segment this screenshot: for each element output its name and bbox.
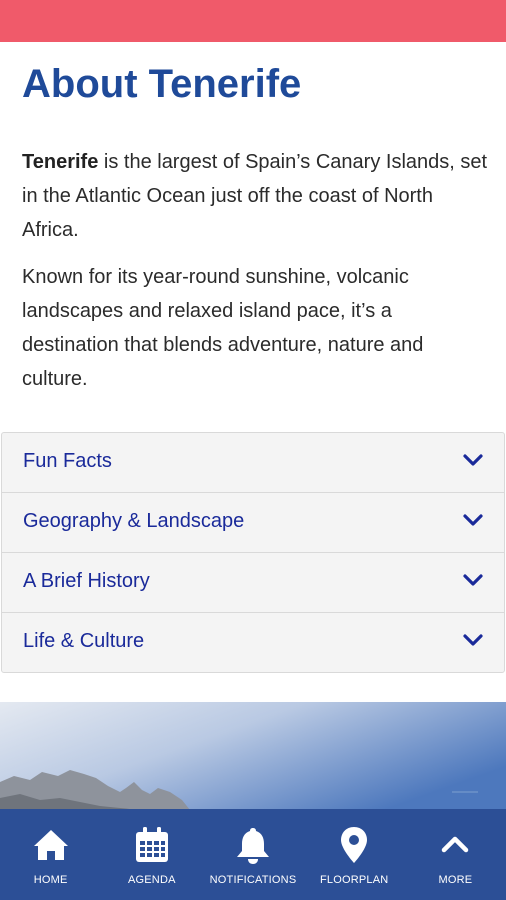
description-paragraph: Known for its year-round sunshine, volca… xyxy=(22,266,424,390)
accordion-item-fun-facts[interactable]: Fun Facts xyxy=(2,433,504,493)
bottom-navigation: HOME AGENDA NOTIFICATIONS FLOORPLAN MORE xyxy=(0,809,506,900)
nav-item-floorplan[interactable]: FLOORPLAN xyxy=(304,809,405,900)
top-bar xyxy=(0,0,506,42)
nav-item-more[interactable]: MORE xyxy=(405,809,506,900)
nav-label: HOME xyxy=(33,874,68,886)
chevron-down-icon xyxy=(463,454,483,466)
map-pin-icon xyxy=(341,827,368,863)
mountain-landscape-image xyxy=(0,702,506,810)
accordion-label: Geography & Landscape xyxy=(23,510,245,532)
chevron-down-icon xyxy=(463,514,483,526)
nav-label: AGENDA xyxy=(127,874,176,886)
nav-label: FLOORPLAN xyxy=(319,874,389,886)
accordion-label: A Brief History xyxy=(23,570,150,592)
nav-item-notifications[interactable]: NOTIFICATIONS xyxy=(202,809,303,900)
accordion-label: Fun Facts xyxy=(23,450,112,472)
hero-image-graphic xyxy=(0,702,506,810)
chevron-down-icon xyxy=(463,574,483,586)
home-icon xyxy=(33,830,68,860)
accordion-item-life-culture[interactable]: Life & Culture xyxy=(2,613,504,672)
nav-label: NOTIFICATIONS xyxy=(209,874,297,886)
nav-item-agenda[interactable]: AGENDA xyxy=(101,809,202,900)
bell-icon xyxy=(237,828,269,864)
calendar-icon xyxy=(135,827,168,862)
accordion-item-history[interactable]: A Brief History xyxy=(2,553,504,613)
page-title: About Tenerife xyxy=(22,62,302,106)
nav-item-home[interactable]: HOME xyxy=(0,809,101,900)
nav-label: MORE xyxy=(438,874,473,886)
accordion-label: Life & Culture xyxy=(23,630,145,652)
accordion: Fun Facts Geography & Landscape A Brief … xyxy=(1,432,505,673)
accordion-item-geography[interactable]: Geography & Landscape xyxy=(2,493,504,553)
chevron-up-icon xyxy=(442,836,469,853)
chevron-down-icon xyxy=(463,634,483,646)
intro-bold-text: Tenerife xyxy=(22,151,99,173)
intro-paragraph: Tenerife is the largest of Spain’s Canar… xyxy=(22,145,488,247)
